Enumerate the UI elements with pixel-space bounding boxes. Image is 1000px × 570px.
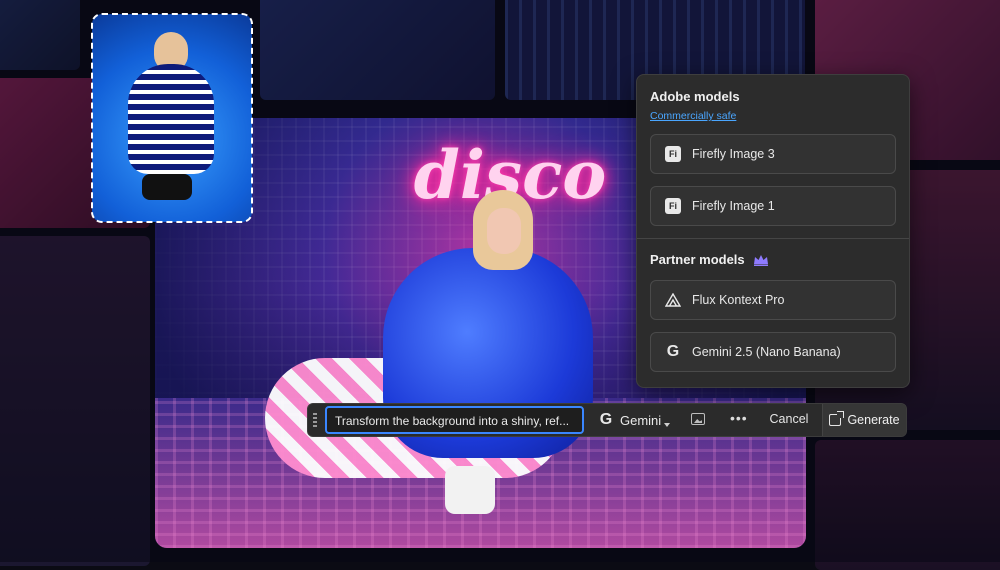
firefly-icon: Fi (665, 198, 681, 214)
model-picker-panel: Adobe models Commercially safe Fi Firefl… (636, 74, 910, 388)
adobe-models-heading: Adobe models (650, 89, 740, 104)
crown-icon (753, 254, 768, 266)
partner-models-heading: Partner models (650, 252, 769, 267)
firefly-icon: Fi (665, 146, 681, 162)
figure-face (487, 208, 521, 254)
reference-figure-shoes (142, 174, 192, 200)
model-selector-label: Gemini (620, 412, 662, 428)
chevron-down-icon[interactable] (664, 423, 670, 427)
generate-label: Generate (847, 413, 900, 427)
model-option-gemini[interactable]: G Gemini 2.5 (Nano Banana) (650, 332, 896, 372)
commercially-safe-link[interactable]: Commercially safe (650, 110, 736, 122)
flux-icon (665, 293, 681, 307)
google-icon: G (666, 343, 680, 360)
reference-image-thumbnail[interactable] (91, 13, 253, 223)
prompt-input[interactable]: Transform the background into a shiny, r… (325, 406, 584, 434)
model-option-label: Firefly Image 1 (692, 199, 775, 213)
model-option-label: Flux Kontext Pro (692, 293, 785, 307)
google-icon: G (599, 411, 613, 428)
model-option-label: Firefly Image 3 (692, 147, 775, 161)
prompt-bar: Transform the background into a shiny, r… (307, 403, 907, 437)
model-selector[interactable]: G Gemini (598, 411, 661, 429)
generate-button[interactable]: Generate (823, 404, 906, 436)
model-option-firefly-image-3[interactable]: Fi Firefly Image 3 (650, 134, 896, 174)
more-options-button[interactable]: ••• (730, 410, 748, 426)
model-option-firefly-image-1[interactable]: Fi Firefly Image 1 (650, 186, 896, 226)
drag-handle[interactable] (313, 413, 317, 429)
partner-models-label: Partner models (650, 252, 745, 267)
reference-image-icon[interactable] (691, 413, 705, 425)
generate-icon (829, 411, 845, 426)
model-option-label: Gemini 2.5 (Nano Banana) (692, 345, 841, 359)
cancel-button[interactable]: Cancel (760, 412, 818, 426)
model-option-flux-kontext-pro[interactable]: Flux Kontext Pro (650, 280, 896, 320)
reference-figure-body (128, 64, 214, 174)
panel-divider (637, 238, 909, 239)
figure-boot (445, 466, 495, 514)
